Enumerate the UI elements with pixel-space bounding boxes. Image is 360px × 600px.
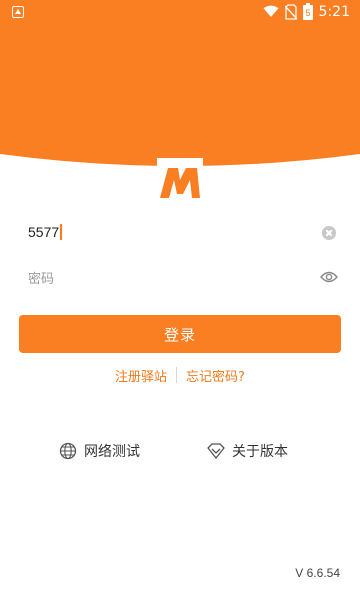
network-test-button[interactable]: 网络测试 bbox=[59, 440, 140, 462]
status-icons: 5 5:21 bbox=[263, 3, 350, 20]
password-input[interactable]: 密码 bbox=[28, 268, 54, 287]
account-field[interactable]: 5577 bbox=[28, 214, 340, 254]
password-field[interactable]: 密码 bbox=[28, 258, 340, 298]
about-version-button[interactable]: 关于版本 bbox=[207, 440, 288, 462]
m-logo-icon bbox=[160, 168, 200, 198]
account-input[interactable]: 5577 bbox=[28, 224, 59, 240]
header-banner bbox=[0, 0, 360, 180]
register-link[interactable]: 注册驿站 bbox=[115, 366, 167, 385]
diamond-icon bbox=[207, 443, 225, 459]
status-bar: 5 5:21 bbox=[0, 0, 360, 24]
text-caret bbox=[60, 224, 62, 240]
battery-icon: 5 bbox=[302, 3, 313, 20]
version-label: V 6.6.54 bbox=[295, 566, 340, 580]
network-test-label: 网络测试 bbox=[84, 444, 140, 460]
login-button[interactable]: 登录 bbox=[19, 315, 341, 353]
globe-icon bbox=[59, 442, 77, 460]
link-divider bbox=[176, 367, 178, 383]
header-background bbox=[0, 0, 360, 166]
notification-icon bbox=[12, 6, 24, 18]
status-time: 5:21 bbox=[318, 3, 350, 20]
forgot-password-link[interactable]: 忘记密码? bbox=[186, 366, 245, 385]
auth-links: 注册驿站 忘记密码? bbox=[0, 366, 360, 385]
app-logo bbox=[157, 158, 203, 202]
battery-level: 5 bbox=[305, 8, 310, 18]
clear-icon[interactable] bbox=[322, 226, 336, 240]
about-version-label: 关于版本 bbox=[232, 444, 288, 460]
eye-icon[interactable] bbox=[320, 270, 338, 284]
wifi-icon bbox=[263, 5, 279, 17]
no-sim-icon bbox=[284, 3, 297, 20]
